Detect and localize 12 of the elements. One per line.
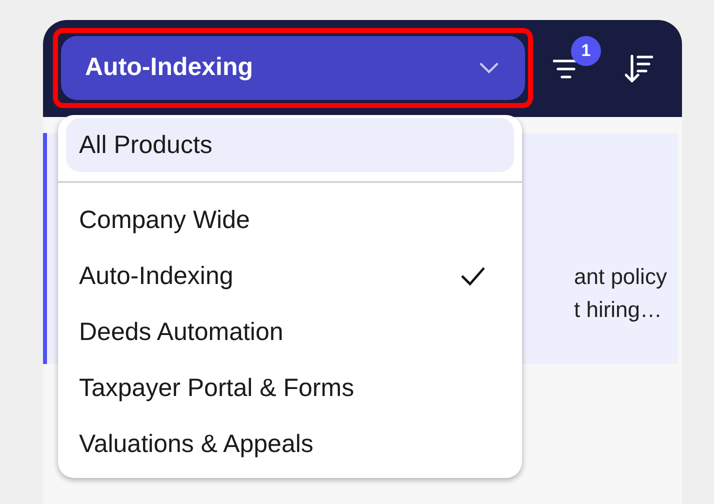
product-select[interactable]: Auto-Indexing	[61, 36, 525, 100]
menu-item[interactable]: Company Wide	[66, 192, 514, 248]
card-text: ant policy	[574, 263, 668, 290]
menu-item[interactable]: Auto-Indexing	[66, 248, 514, 304]
filter-count-badge: 1	[571, 36, 601, 66]
card-text: t hiring…	[574, 296, 664, 323]
menu-item[interactable]: All Products	[66, 118, 514, 172]
menu-item[interactable]: Taxpayer Portal & Forms	[66, 360, 514, 416]
menu-item[interactable]: Deeds Automation	[66, 304, 514, 360]
menu-item[interactable]: Valuations & Appeals	[66, 416, 514, 472]
chevron-icon	[479, 62, 499, 74]
sort-icon[interactable]	[625, 54, 653, 84]
